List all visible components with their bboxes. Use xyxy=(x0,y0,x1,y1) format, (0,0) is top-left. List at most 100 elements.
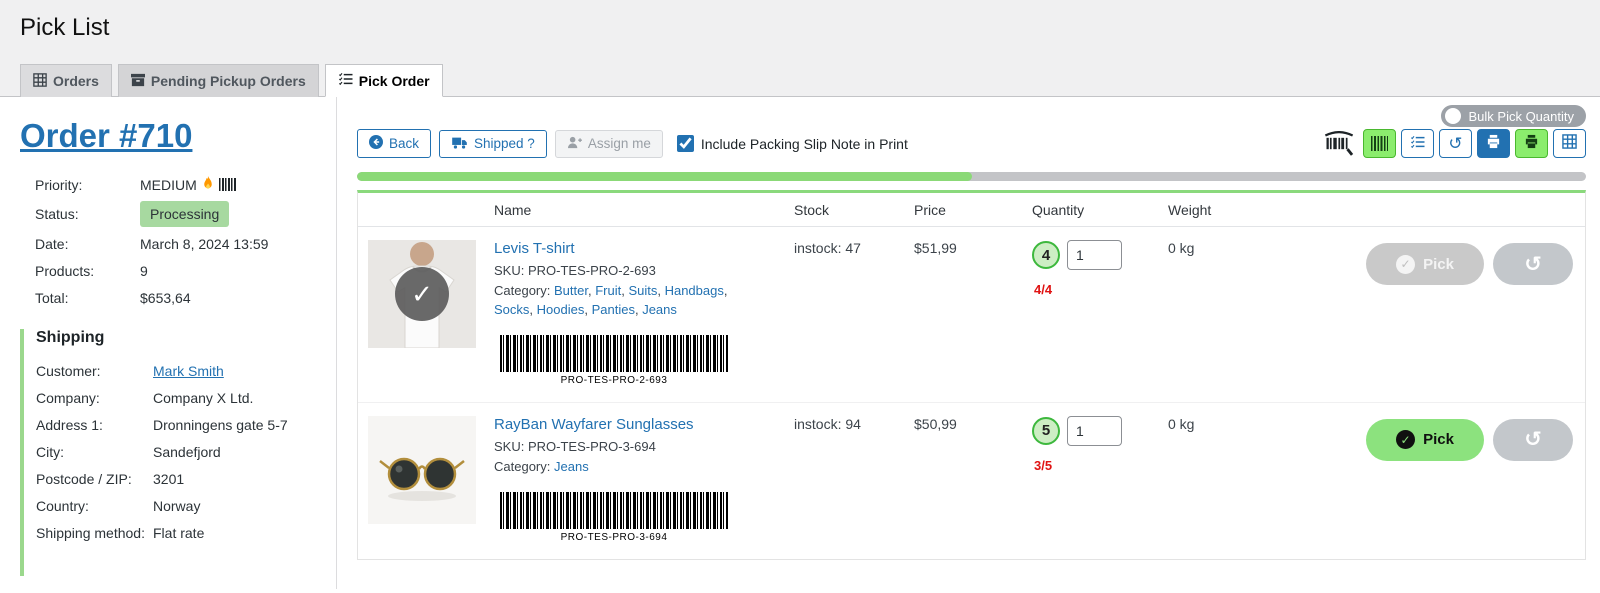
toolbar: Back Shipped ? Assign me Include Packing… xyxy=(357,129,1586,158)
priority-label: Priority: xyxy=(35,176,83,193)
product-barcode: PRO-TES-PRO-3-694 xyxy=(494,484,734,546)
category-link[interactable]: Socks xyxy=(494,302,537,317)
category-link[interactable]: Panties xyxy=(592,302,643,317)
product-categories: Category: ButterFruitSuitsHandbags SocksH… xyxy=(494,282,746,320)
barcode-bars xyxy=(500,491,728,529)
order-title-link[interactable]: Order #710 xyxy=(20,117,192,155)
shipped-button[interactable]: Shipped ? xyxy=(439,129,547,158)
category-label: Category: xyxy=(494,458,551,474)
tab-pick-order[interactable]: Pick Order xyxy=(324,64,443,97)
scan-barcode-button[interactable] xyxy=(1363,129,1396,158)
table-header-row: Name Stock Price Quantity Weight xyxy=(358,193,1585,227)
check-circle-icon: ✓ xyxy=(1396,430,1416,450)
pick-order-panel: Bulk Pick Quantity Back Shipped ? Assign… xyxy=(337,97,1600,589)
product-categories: Category: Jeans xyxy=(494,458,746,477)
price-cell: $51,99 xyxy=(914,240,957,256)
customer-link[interactable]: Mark Smith xyxy=(153,363,224,379)
packing-slip-option[interactable]: Include Packing Slip Note in Print xyxy=(676,135,908,152)
company-row: Company: Company X Ltd. xyxy=(36,384,328,411)
quantity-input[interactable] xyxy=(1067,240,1122,270)
bulk-pick-quantity-toggle[interactable]: Bulk Pick Quantity xyxy=(1440,105,1586,127)
flame-icon xyxy=(202,175,214,194)
category-link[interactable]: Suits xyxy=(628,283,664,298)
shipping-section: Shipping Customer: Mark Smith Company: C… xyxy=(20,329,328,576)
product-name-link[interactable]: RayBan Wayfarer Sunglasses xyxy=(494,416,694,433)
content: Order #710 Priority: MEDIUM Status: Proc… xyxy=(0,97,1600,589)
back-button[interactable]: Back xyxy=(357,129,432,158)
image-column-header xyxy=(358,193,486,227)
barcode-icon xyxy=(218,178,237,191)
pick-button[interactable]: ✓ Pick xyxy=(1366,418,1484,461)
grid-icon xyxy=(1562,133,1577,154)
progress-fill xyxy=(357,172,972,181)
category-link[interactable]: Handbags xyxy=(665,283,728,298)
barcode-bars xyxy=(500,334,728,372)
total-label: Total: xyxy=(35,289,69,306)
company-value: Company X Ltd. xyxy=(153,389,254,406)
tab-orders[interactable]: Orders xyxy=(20,64,112,97)
undo-pick-button[interactable]: ↺ xyxy=(1493,418,1573,461)
category-label: Category: xyxy=(494,283,551,298)
pick-label: Pick xyxy=(1423,431,1454,449)
category-link[interactable]: Jeans xyxy=(642,302,677,317)
tab-label: Orders xyxy=(53,73,99,89)
priority-value: MEDIUM xyxy=(140,176,197,193)
packing-slip-checkbox[interactable] xyxy=(676,135,694,152)
total-row: Total: $653,64 xyxy=(35,284,328,311)
reset-button[interactable]: ↺ xyxy=(1439,129,1472,158)
quantity-input[interactable] xyxy=(1067,415,1122,446)
product-image[interactable]: ✓ xyxy=(368,240,476,348)
price-cell: $50,99 xyxy=(906,401,1024,559)
pick-button[interactable]: ✓ Pick xyxy=(1366,243,1484,285)
shipping-method-label: Shipping method: xyxy=(36,524,145,541)
postcode-row: Postcode / ZIP: 3201 xyxy=(36,465,328,492)
product-barcode: PRO-TES-PRO-2-693 xyxy=(494,327,734,389)
category-link[interactable]: Hoodies xyxy=(537,302,592,317)
pick-list-page: Pick List Orders Pending Pickup Orders P… xyxy=(0,0,1600,593)
tab-label: Pending Pickup Orders xyxy=(150,73,306,89)
products-label: Products: xyxy=(35,262,95,279)
products-row: Products: 9 xyxy=(35,257,328,284)
weight-cell: 0 kg xyxy=(1160,401,1328,559)
product-sku: SKU: PRO-TES-PRO-2-693 xyxy=(494,263,656,278)
quantity-badge: 5 xyxy=(1032,416,1060,445)
category-link[interactable]: Butter xyxy=(554,283,595,298)
barcode-scanner-icon xyxy=(1324,131,1354,156)
print-picked-button[interactable] xyxy=(1515,129,1548,158)
pick-list-view-button[interactable] xyxy=(1401,129,1434,158)
packing-slip-label: Include Packing Slip Note in Print xyxy=(700,135,908,152)
assign-me-button[interactable]: Assign me xyxy=(554,129,663,158)
name-column-header: Name xyxy=(486,193,786,227)
weight-column-header: Weight xyxy=(1160,193,1328,227)
weight-cell: 0 kg xyxy=(1168,240,1195,256)
print-icon xyxy=(1524,134,1539,154)
product-name-link[interactable]: Levis T-shirt xyxy=(494,240,575,257)
shipping-method-row: Shipping method: Flat rate xyxy=(36,519,328,546)
stock-column-header: Stock xyxy=(786,193,906,227)
table-view-button[interactable] xyxy=(1553,129,1586,158)
quantity-column-header: Quantity xyxy=(1024,193,1160,227)
barcode-icon xyxy=(1371,136,1388,151)
check-circle-icon: ✓ xyxy=(1396,254,1416,274)
city-value: Sandefjord xyxy=(153,443,221,460)
stock-cell: instock: 94 xyxy=(786,401,906,559)
tab-pending-pickup-orders[interactable]: Pending Pickup Orders xyxy=(117,64,319,97)
product-image[interactable] xyxy=(368,415,476,524)
pickup-box-icon xyxy=(130,73,145,90)
undo-icon: ↺ xyxy=(1524,428,1542,452)
category-link[interactable]: Fruit xyxy=(595,283,628,298)
sunglasses-photo xyxy=(368,415,476,524)
print-button[interactable] xyxy=(1477,129,1510,158)
category-link[interactable]: Jeans xyxy=(554,459,589,474)
undo-pick-button[interactable]: ↺ xyxy=(1493,243,1573,285)
person-plus-icon xyxy=(567,136,582,152)
city-row: City: Sandefjord xyxy=(36,438,328,465)
tab-bar: Orders Pending Pickup Orders Pick Order xyxy=(0,64,1600,97)
address1-value: Dronningens gate 5-7 xyxy=(153,416,288,433)
toggle-knob-icon xyxy=(1444,108,1461,124)
address1-label: Address 1: xyxy=(36,416,103,433)
postcode-label: Postcode / ZIP: xyxy=(36,470,132,487)
pick-progress-bar xyxy=(357,172,1586,181)
products-value: 9 xyxy=(140,262,148,279)
list-check-icon xyxy=(1410,134,1425,154)
